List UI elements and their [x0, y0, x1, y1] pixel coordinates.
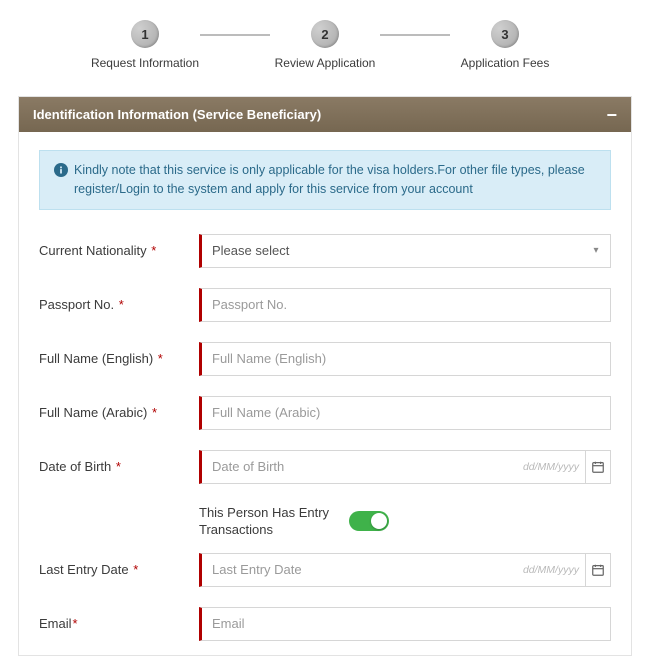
email-field [199, 607, 611, 641]
name-ar-input[interactable] [202, 397, 610, 429]
step-1: 1 Request Information [90, 20, 200, 70]
collapse-icon[interactable]: − [606, 110, 617, 120]
step-2-label: Review Application [275, 56, 376, 70]
identification-panel: Identification Information (Service Bene… [18, 96, 632, 656]
last-entry-format-hint: dd/MM/yyyy [523, 564, 585, 576]
row-last-entry: Last Entry Date * dd/MM/yyyy [39, 553, 611, 587]
row-name-en: Full Name (English) * [39, 342, 611, 376]
required-marker: * [154, 351, 163, 366]
row-name-ar: Full Name (Arabic) * [39, 396, 611, 430]
info-alert-text: Kindly note that this service is only ap… [74, 161, 596, 199]
required-marker: * [148, 243, 157, 258]
step-1-circle: 1 [131, 20, 159, 48]
step-3-circle: 3 [491, 20, 519, 48]
panel-header[interactable]: Identification Information (Service Bene… [19, 97, 631, 132]
dob-input[interactable] [202, 451, 523, 483]
last-entry-field: dd/MM/yyyy [199, 553, 611, 587]
label-name-en: Full Name (English) * [39, 351, 199, 366]
name-en-input[interactable] [202, 343, 610, 375]
step-2: 2 Review Application [270, 20, 380, 70]
passport-input[interactable] [202, 289, 610, 321]
name-ar-field [199, 396, 611, 430]
required-marker: * [73, 616, 78, 631]
step-3: 3 Application Fees [450, 20, 560, 70]
nationality-value: Please select [202, 243, 582, 258]
row-dob: Date of Birth * dd/MM/yyyy [39, 450, 611, 484]
label-nationality: Current Nationality * [39, 243, 199, 258]
panel-title: Identification Information (Service Bene… [33, 107, 321, 122]
name-en-field [199, 342, 611, 376]
required-marker: * [112, 459, 121, 474]
info-alert: Kindly note that this service is only ap… [39, 150, 611, 210]
panel-body: Kindly note that this service is only ap… [19, 132, 631, 655]
email-input[interactable] [202, 608, 610, 640]
has-entry-toggle[interactable] [349, 511, 389, 531]
step-2-circle: 2 [311, 20, 339, 48]
label-email: Email* [39, 616, 199, 631]
step-line-1 [200, 34, 270, 36]
row-has-entry: This Person Has Entry Transactions [39, 504, 611, 539]
passport-field [199, 288, 611, 322]
label-name-ar: Full Name (Arabic) * [39, 405, 199, 420]
last-entry-calendar-button[interactable] [585, 554, 610, 586]
chevron-down-icon: ▾ [582, 245, 610, 256]
label-last-entry: Last Entry Date * [39, 562, 199, 577]
nationality-select[interactable]: Please select ▾ [199, 234, 611, 268]
label-has-entry: This Person Has Entry Transactions [199, 504, 349, 539]
dob-calendar-button[interactable] [585, 451, 610, 483]
step-3-label: Application Fees [461, 56, 550, 70]
required-marker: * [130, 562, 139, 577]
step-line-2 [380, 34, 450, 36]
label-dob: Date of Birth * [39, 459, 199, 474]
row-passport: Passport No. * [39, 288, 611, 322]
dob-field: dd/MM/yyyy [199, 450, 611, 484]
row-email: Email* [39, 607, 611, 641]
info-icon [54, 163, 68, 177]
calendar-icon [591, 563, 605, 577]
row-nationality: Current Nationality * Please select ▾ [39, 234, 611, 268]
label-passport: Passport No. * [39, 297, 199, 312]
required-marker: * [148, 405, 157, 420]
dob-format-hint: dd/MM/yyyy [523, 461, 585, 473]
step-1-label: Request Information [91, 56, 199, 70]
last-entry-input[interactable] [202, 554, 523, 586]
calendar-icon [591, 460, 605, 474]
progress-stepper: 1 Request Information 2 Review Applicati… [0, 0, 650, 78]
required-marker: * [115, 297, 124, 312]
